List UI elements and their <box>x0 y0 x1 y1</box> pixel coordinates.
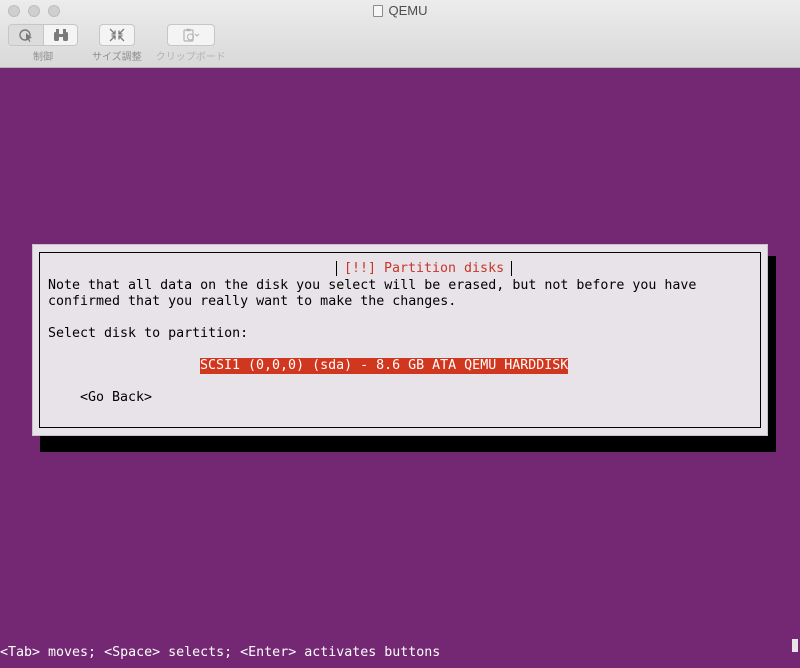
window-titlebar: QEMU 制御 サイズ調整 クリップボード <box>0 0 800 68</box>
dialog-description-line2: confirmed that you really want to make t… <box>48 294 457 309</box>
control-label: 制御 <box>33 52 53 63</box>
window-title: QEMU <box>0 3 800 18</box>
select-disk-prompt: Select disk to partition: <box>48 326 249 341</box>
clipboard-button[interactable] <box>168 25 214 45</box>
binoculars-icon <box>53 29 68 41</box>
control-group: 制御 <box>8 24 78 63</box>
resize-label: サイズ調整 <box>92 52 142 63</box>
clipboard-group: クリップボード <box>156 24 226 63</box>
dialog-title-text: [!!] Partition disks <box>335 261 513 276</box>
resize-group: サイズ調整 <box>92 24 142 63</box>
shrink-arrows-icon <box>109 28 125 42</box>
disk-option-sda[interactable]: SCSI1 (0,0,0) (sda) - 8.6 GB ATA QEMU HA… <box>200 358 569 374</box>
qemu-display[interactable]: [!!] Partition disks Note that all data … <box>0 68 800 668</box>
go-back-button[interactable]: <Go Back> <box>80 390 152 406</box>
pointer-capture-button[interactable] <box>9 25 43 45</box>
dialog-description-line1: Note that all data on the disk you selec… <box>48 278 697 293</box>
window-title-text: QEMU <box>388 3 428 18</box>
pointer-icon <box>19 29 32 42</box>
partition-dialog: [!!] Partition disks Note that all data … <box>32 244 768 436</box>
status-bar-hint: <Tab> moves; <Space> selects; <Enter> ac… <box>0 645 441 660</box>
resize-button[interactable] <box>100 25 134 45</box>
document-icon <box>372 5 383 17</box>
console-cursor <box>792 639 798 652</box>
clipboard-label: クリップボード <box>155 52 226 63</box>
binoculars-button[interactable] <box>43 25 77 45</box>
toolbar: 制御 サイズ調整 クリップボード <box>8 24 226 63</box>
clipboard-icon <box>183 28 200 42</box>
